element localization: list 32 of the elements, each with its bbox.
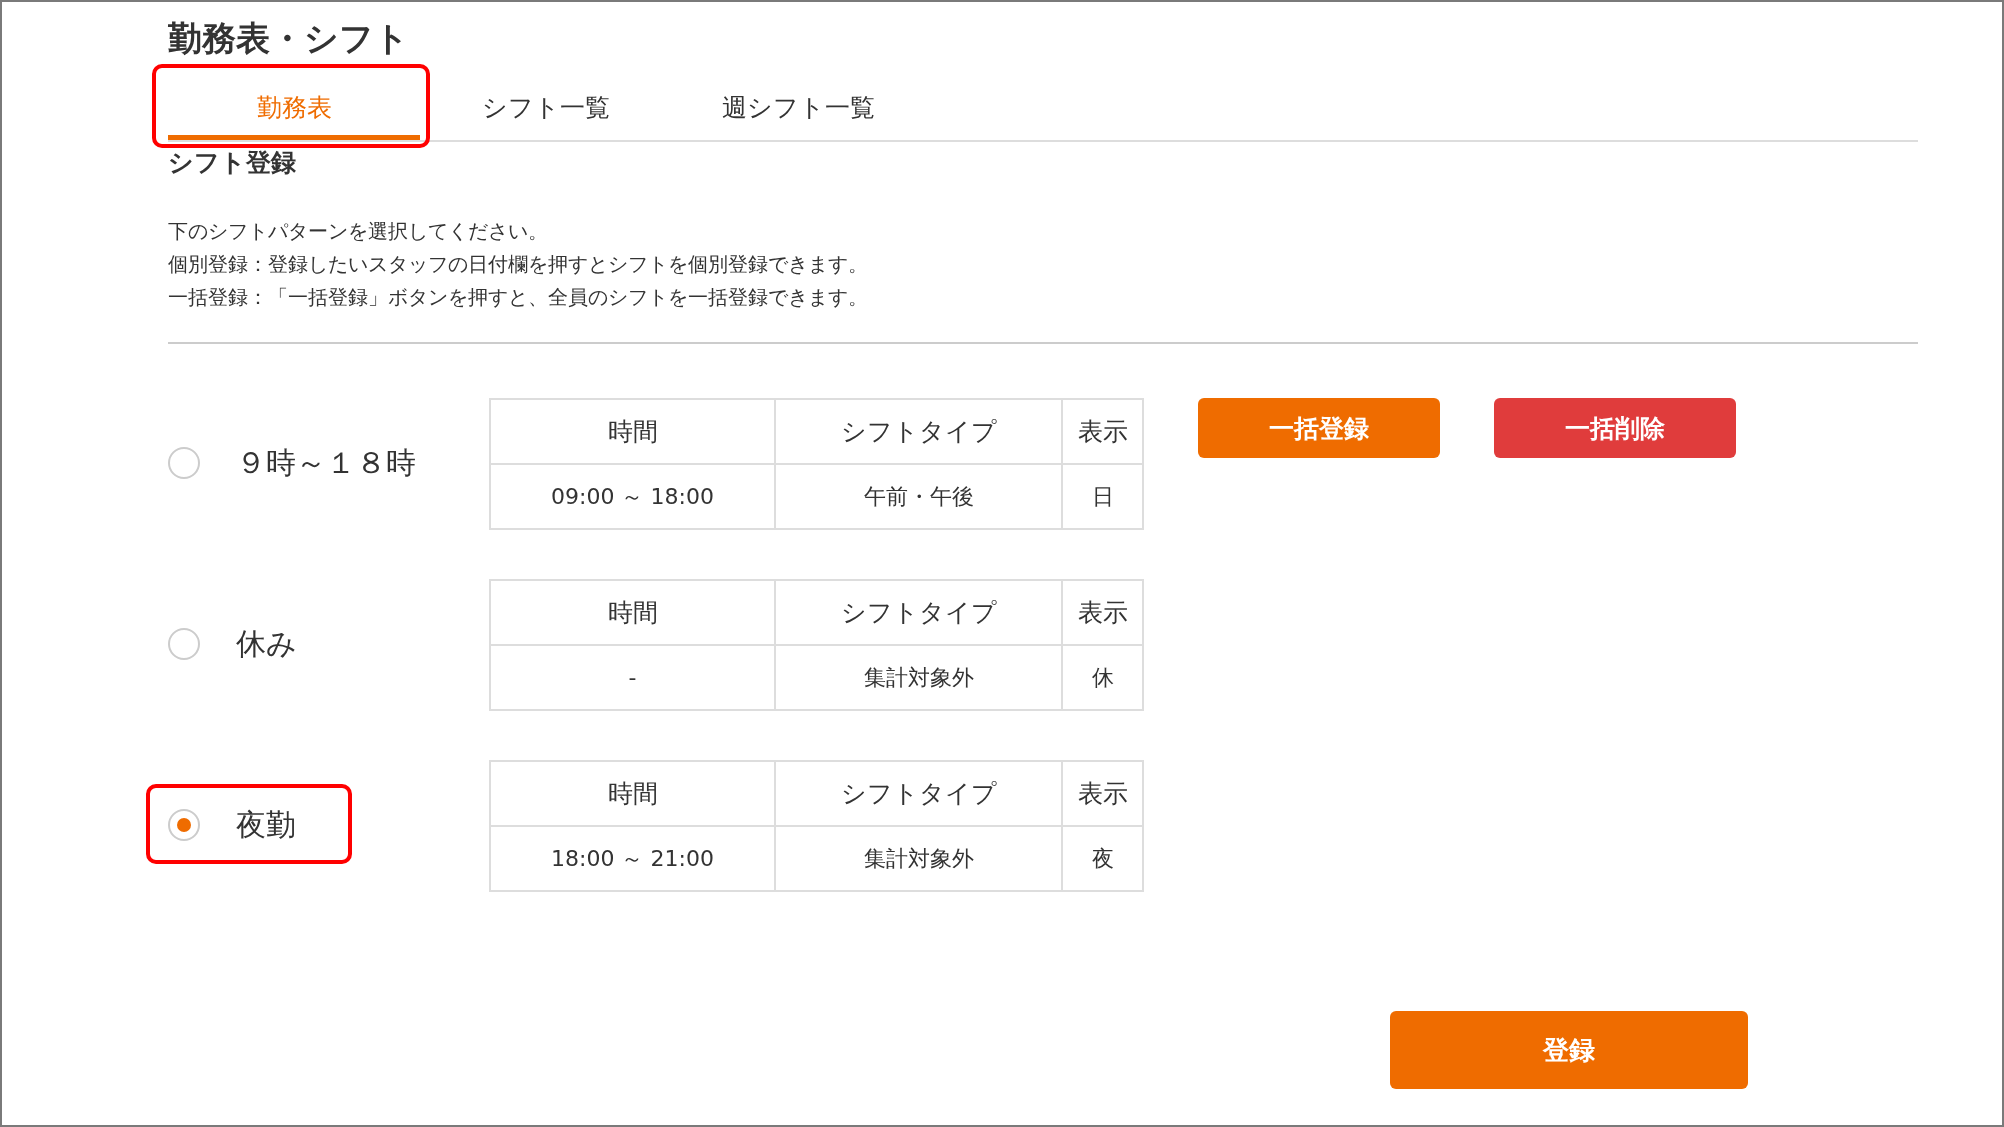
table-cell: 集計対象外 xyxy=(775,645,1062,710)
table-cell: - xyxy=(490,645,775,710)
instruction-text: 一括登録：「一括登録」ボタンを押すと、全員のシフトを一括登録できます。 xyxy=(168,284,869,311)
table-header: シフトタイプ xyxy=(775,399,1062,464)
table-cell: 午前・午後 xyxy=(775,464,1062,529)
table-header: 表示 xyxy=(1062,761,1143,826)
table-header: 時間 xyxy=(490,761,775,826)
radio-button[interactable] xyxy=(168,628,200,660)
section-title: シフト登録 xyxy=(168,147,297,179)
radio-button[interactable] xyxy=(168,447,200,479)
instruction-text: 下のシフトパターンを選択してください。 xyxy=(168,218,549,245)
page-title: 勤務表・シフト xyxy=(168,17,410,60)
table-header: 表示 xyxy=(1062,580,1143,645)
table-cell: 休 xyxy=(1062,645,1143,710)
table-cell: 夜 xyxy=(1062,826,1143,891)
table-header: シフトタイプ xyxy=(775,761,1062,826)
bulk-delete-button[interactable]: 一括削除 xyxy=(1494,398,1736,458)
radio-option[interactable]: ９時～１８時 xyxy=(168,442,416,484)
radio-button[interactable] xyxy=(168,809,200,841)
table-header: 時間 xyxy=(490,580,775,645)
table-header: シフトタイプ xyxy=(775,580,1062,645)
tab[interactable]: シフト一覧 xyxy=(420,80,672,140)
radio-option[interactable]: 休み xyxy=(168,623,297,665)
tab[interactable]: 週シフト一覧 xyxy=(672,80,924,140)
table-header: 表示 xyxy=(1062,399,1143,464)
table-cell: 18:00 ～ 21:00 xyxy=(490,826,775,891)
instruction-text: 個別登録：登録したいスタッフの日付欄を押すとシフトを個別登録できます。 xyxy=(168,251,869,278)
table-cell: 09:00 ～ 18:00 xyxy=(490,464,775,529)
table-header: 時間 xyxy=(490,399,775,464)
radio-option[interactable]: 夜勤 xyxy=(168,804,296,846)
table-cell: 日 xyxy=(1062,464,1143,529)
table-cell: 集計対象外 xyxy=(775,826,1062,891)
